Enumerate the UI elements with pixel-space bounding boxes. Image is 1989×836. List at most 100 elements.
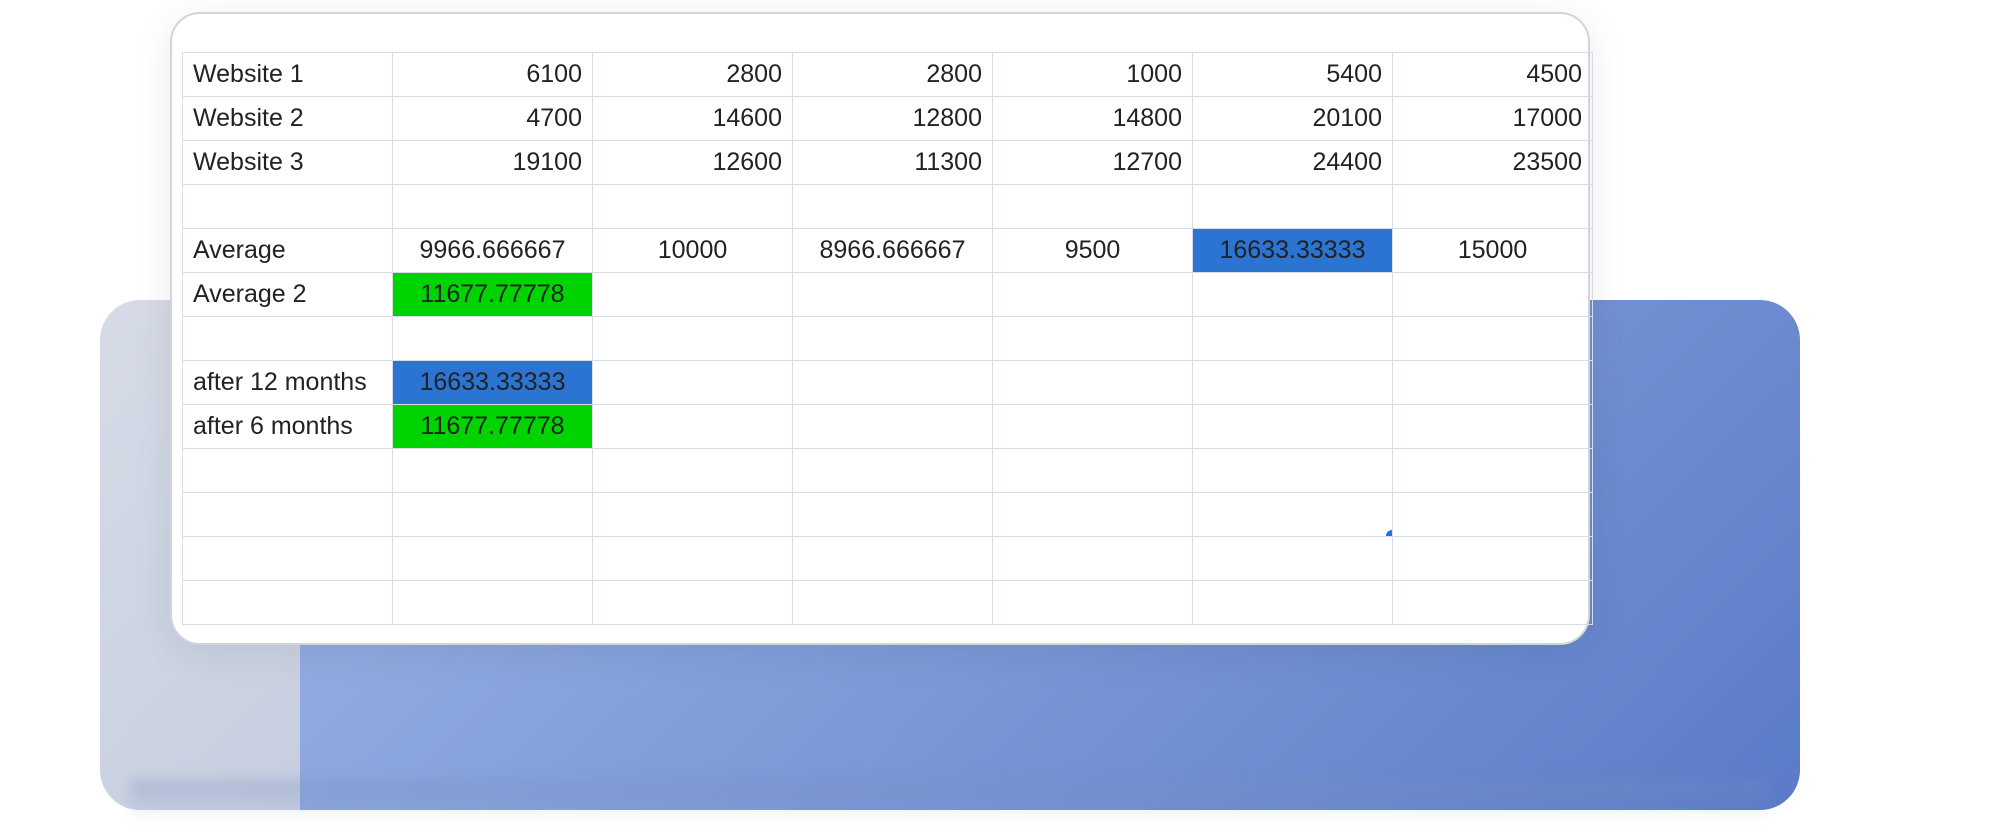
cell[interactable]	[793, 317, 993, 361]
cell[interactable]	[183, 581, 393, 625]
cell[interactable]: 2800	[793, 53, 993, 97]
cell[interactable]	[993, 449, 1193, 493]
cell-highlight-blue[interactable]: 16633.33333	[393, 361, 593, 405]
cell[interactable]	[593, 405, 793, 449]
spreadsheet-grid[interactable]: Website 1 6100 2800 2800 1000 5400 4500 …	[182, 52, 1593, 625]
cell[interactable]: 12800	[793, 97, 993, 141]
cell[interactable]: 4700	[393, 97, 593, 141]
cell-highlight-green[interactable]: 11677.77778	[393, 273, 593, 317]
cell[interactable]: 5400	[1193, 53, 1393, 97]
cell[interactable]	[993, 493, 1193, 537]
cell[interactable]: 12600	[593, 141, 793, 185]
cell[interactable]	[793, 537, 993, 581]
cell[interactable]	[1393, 537, 1593, 581]
table-row[interactable]	[183, 581, 1593, 625]
active-cell[interactable]	[1193, 493, 1393, 537]
cell[interactable]	[993, 581, 1193, 625]
cell[interactable]	[1193, 449, 1393, 493]
cell[interactable]	[593, 537, 793, 581]
table-row[interactable]: Average 2 11677.77778	[183, 273, 1593, 317]
cell[interactable]	[1393, 361, 1593, 405]
cell[interactable]	[1193, 317, 1393, 361]
cell[interactable]	[793, 361, 993, 405]
cell[interactable]	[183, 537, 393, 581]
row-label[interactable]: Website 3	[183, 141, 393, 185]
cell[interactable]: 2800	[593, 53, 793, 97]
row-label[interactable]: after 6 months	[183, 405, 393, 449]
cell[interactable]	[1393, 581, 1593, 625]
cell[interactable]	[793, 273, 993, 317]
cell[interactable]	[393, 449, 593, 493]
cell[interactable]	[1193, 581, 1393, 625]
cell[interactable]	[393, 493, 593, 537]
table-row[interactable]: after 12 months 16633.33333	[183, 361, 1593, 405]
cell[interactable]	[1193, 537, 1393, 581]
cell-highlight-blue[interactable]: 16633.33333	[1193, 229, 1393, 273]
cell[interactable]	[793, 449, 993, 493]
cell[interactable]: 24400	[1193, 141, 1393, 185]
cell[interactable]	[993, 537, 1193, 581]
row-label[interactable]: Average	[183, 229, 393, 273]
cell[interactable]: 15000	[1393, 229, 1593, 273]
table-row[interactable]: Average 9966.666667 10000 8966.666667 95…	[183, 229, 1593, 273]
cell[interactable]: 20100	[1193, 97, 1393, 141]
table-row[interactable]	[183, 449, 1593, 493]
cell[interactable]: 8966.666667	[793, 229, 993, 273]
table-row[interactable]	[183, 493, 1593, 537]
cell[interactable]: 10000	[593, 229, 793, 273]
table-row[interactable]	[183, 185, 1593, 229]
row-label[interactable]: Average 2	[183, 273, 393, 317]
cell[interactable]: 9966.666667	[393, 229, 593, 273]
cell[interactable]	[1193, 185, 1393, 229]
cell[interactable]	[593, 449, 793, 493]
cell[interactable]	[1393, 273, 1593, 317]
cell[interactable]	[1393, 449, 1593, 493]
cell[interactable]	[1393, 185, 1593, 229]
cell[interactable]	[393, 581, 593, 625]
cell[interactable]: 19100	[393, 141, 593, 185]
cell[interactable]: 4500	[1393, 53, 1593, 97]
cell[interactable]	[593, 493, 793, 537]
cell[interactable]	[593, 273, 793, 317]
cell[interactable]: 6100	[393, 53, 593, 97]
cell[interactable]: 17000	[1393, 97, 1593, 141]
cell[interactable]: 9500	[993, 229, 1193, 273]
table-row[interactable]	[183, 537, 1593, 581]
cell[interactable]	[393, 317, 593, 361]
table-row[interactable]: Website 2 4700 14600 12800 14800 20100 1…	[183, 97, 1593, 141]
cell[interactable]	[183, 185, 393, 229]
cell[interactable]	[793, 185, 993, 229]
cell[interactable]	[1193, 405, 1393, 449]
cell[interactable]	[393, 537, 593, 581]
cell[interactable]: 11300	[793, 141, 993, 185]
cell[interactable]	[993, 273, 1193, 317]
row-label[interactable]: Website 1	[183, 53, 393, 97]
cell[interactable]	[793, 581, 993, 625]
cell[interactable]	[183, 449, 393, 493]
cell[interactable]	[593, 317, 793, 361]
cell[interactable]: 1000	[993, 53, 1193, 97]
cell[interactable]	[993, 317, 1193, 361]
cell[interactable]: 12700	[993, 141, 1193, 185]
cell[interactable]	[1393, 317, 1593, 361]
row-label[interactable]: after 12 months	[183, 361, 393, 405]
cell[interactable]: 14600	[593, 97, 793, 141]
cell[interactable]	[993, 405, 1193, 449]
cell[interactable]	[183, 493, 393, 537]
table-row[interactable]: Website 1 6100 2800 2800 1000 5400 4500	[183, 53, 1593, 97]
cell[interactable]	[593, 581, 793, 625]
cell[interactable]	[593, 185, 793, 229]
table-row[interactable]: after 6 months 11677.77778	[183, 405, 1593, 449]
cell[interactable]	[393, 185, 593, 229]
cell[interactable]: 23500	[1393, 141, 1593, 185]
table-row[interactable]: Website 3 19100 12600 11300 12700 24400 …	[183, 141, 1593, 185]
cell[interactable]	[793, 493, 993, 537]
row-label[interactable]: Website 2	[183, 97, 393, 141]
cell[interactable]: 14800	[993, 97, 1193, 141]
cell[interactable]	[1393, 405, 1593, 449]
table-row[interactable]	[183, 317, 1593, 361]
cell[interactable]	[993, 185, 1193, 229]
cell[interactable]	[793, 405, 993, 449]
cell[interactable]	[1193, 273, 1393, 317]
cell[interactable]	[993, 361, 1193, 405]
